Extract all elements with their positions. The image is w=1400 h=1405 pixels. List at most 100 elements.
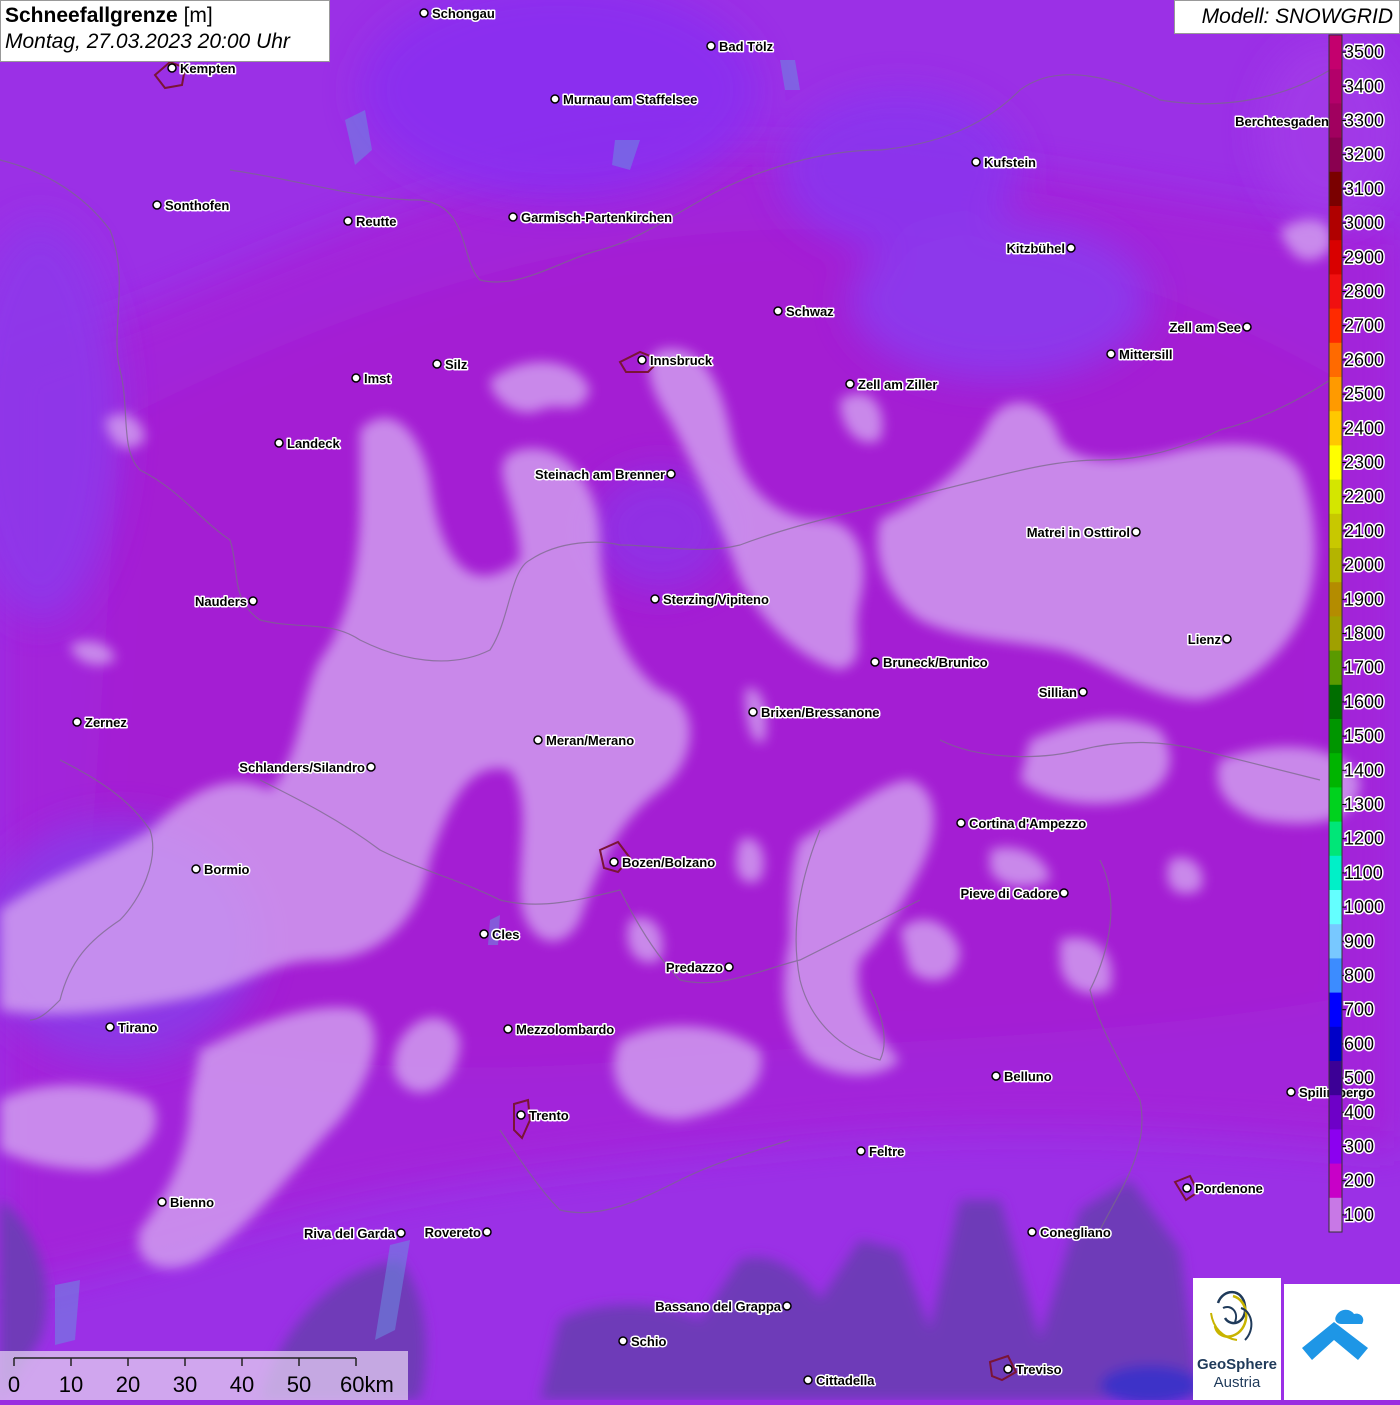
city-riva-del-garda[interactable]: Riva del Garda (302, 1225, 406, 1243)
legend-label: 2800 (1344, 282, 1384, 302)
city-marker (773, 306, 783, 316)
app-logo[interactable] (1284, 1284, 1400, 1400)
city-label: Predazzo (666, 960, 723, 975)
legend-label: 1200 (1344, 829, 1384, 849)
geosphere-logo[interactable]: GeoSphere Austria (1193, 1278, 1281, 1400)
city-marker (870, 657, 880, 667)
city-label: Bad Tölz (719, 39, 774, 54)
legend-label: 3300 (1344, 111, 1384, 131)
scale-label: 50 (287, 1372, 311, 1397)
city-marker (666, 469, 676, 479)
city-label: Berchtesgaden (1235, 114, 1329, 129)
legend-label: 2000 (1344, 555, 1384, 575)
legend-label: 3000 (1344, 213, 1384, 233)
city-marker (1078, 687, 1088, 697)
city-berchtesgaden[interactable]: Berchtesgaden (1234, 113, 1340, 131)
city-cortina-d-ampezzo[interactable]: Cortina d'Ampezzo (956, 815, 1088, 833)
city-marker (366, 762, 376, 772)
city-schlanders-silandro[interactable]: Schlanders/Silandro (238, 759, 376, 777)
city-brixen-bressanone[interactable]: Brixen/Bressanone (748, 704, 881, 722)
legend-swatch (1329, 274, 1342, 310)
city-label: Cortina d'Ampezzo (969, 816, 1086, 831)
map-canvas[interactable]: Schongau Bad Tölz Kempten Murnau am Staffel… (0, 0, 1400, 1400)
legend-label: 3500 (1344, 42, 1384, 62)
city-marker (274, 438, 284, 448)
city-steinach-am-brenner[interactable]: Steinach am Brenner (533, 466, 676, 484)
city-marker (803, 1375, 813, 1385)
legend-label: 1100 (1344, 863, 1383, 883)
legend-swatch (1329, 171, 1342, 207)
city-kitzb-hel[interactable]: Kitzbühel (1005, 240, 1076, 258)
city-marker (343, 216, 353, 226)
city-label: Sterzing/Vipiteno (663, 592, 769, 607)
city-schongau[interactable]: Schongau (419, 5, 496, 23)
city-marker (618, 1336, 628, 1346)
city-bruneck-brunico[interactable]: Bruneck/Brunico (870, 654, 989, 672)
city-label: Matrei in Osttirol (1027, 525, 1130, 540)
city-garmisch-partenkirchen[interactable]: Garmisch-Partenkirchen (508, 209, 674, 227)
city-label: Treviso (1016, 1362, 1062, 1377)
legend-label: 1900 (1344, 589, 1384, 609)
city-marker (724, 962, 734, 972)
city-sterzing-vipiteno[interactable]: Sterzing/Vipiteno (650, 591, 770, 609)
city-meran-merano[interactable]: Meran/Merano (533, 732, 636, 750)
legend-label: 2200 (1344, 487, 1384, 507)
city-label: Brixen/Bressanone (761, 705, 880, 720)
legend-swatch (1329, 787, 1342, 823)
city-conegliano[interactable]: Conegliano (1027, 1224, 1112, 1242)
city-label: Murnau am Staffelsee (563, 92, 697, 107)
city-label: Lienz (1188, 632, 1222, 647)
legend-swatch (1329, 411, 1342, 446)
city-zell-am-ziller[interactable]: Zell am Ziller (845, 376, 939, 394)
city-label: Sillian (1039, 685, 1077, 700)
city-marker (533, 735, 543, 745)
legend-swatch (1329, 479, 1342, 515)
city-marker (157, 1197, 167, 1207)
city-label: Landeck (287, 436, 341, 451)
map-title-unit: [m] (177, 4, 213, 27)
legend-swatch (1329, 719, 1342, 754)
city-marker (1003, 1364, 1013, 1374)
legend-swatch (1329, 103, 1342, 139)
city-bozen-bolzano[interactable]: Bozen/Bolzano (609, 854, 717, 872)
city-marker (105, 1022, 115, 1032)
city-mezzolombardo[interactable]: Mezzolombardo (503, 1021, 616, 1039)
legend-label: 2400 (1344, 418, 1384, 438)
legend-label: 2100 (1344, 521, 1384, 541)
legend-label: 1500 (1344, 726, 1384, 746)
city-pieve-di-cadore[interactable]: Pieve di Cadore (959, 885, 1069, 903)
city-zell-am-see[interactable]: Zell am See (1168, 319, 1252, 337)
legend-label: 100 (1344, 1205, 1374, 1225)
city-sonthofen[interactable]: Sonthofen (152, 197, 231, 215)
city-label: Cittadella (816, 1373, 875, 1388)
city-marker (167, 63, 177, 73)
city-marker (396, 1228, 406, 1238)
city-marker (956, 818, 966, 828)
legend-swatch (1329, 377, 1342, 412)
geosphere-emblem-icon (1210, 1290, 1253, 1341)
legend-swatch (1329, 1197, 1342, 1233)
legend-swatch (1329, 308, 1342, 344)
city-marker (482, 1227, 492, 1237)
legend-swatch (1329, 206, 1342, 241)
legend-label: 600 (1344, 1034, 1374, 1054)
city-marker (782, 1301, 792, 1311)
city-pordenone[interactable]: Pordenone (1182, 1180, 1264, 1198)
city-label: Sonthofen (165, 198, 229, 213)
city-murnau-am-staffelsee[interactable]: Murnau am Staffelsee (550, 91, 699, 109)
city-label: Innsbruck (650, 353, 713, 368)
legend-label: 3100 (1344, 179, 1384, 199)
city-label: Garmisch-Partenkirchen (521, 210, 672, 225)
city-bassano-del-grappa[interactable]: Bassano del Grappa (654, 1298, 792, 1316)
scale-label: 30 (173, 1372, 197, 1397)
scale-label: 20 (116, 1372, 140, 1397)
legend-swatch (1329, 582, 1342, 617)
city-label: Bozen/Bolzano (622, 855, 715, 870)
city-innsbruck[interactable]: Innsbruck (637, 352, 714, 370)
city-label: Bienno (170, 1195, 214, 1210)
city-label: Trento (529, 1108, 569, 1123)
city-predazzo[interactable]: Predazzo (664, 959, 734, 977)
city-matrei-in-osttirol[interactable]: Matrei in Osttirol (1025, 524, 1141, 542)
city-marker (550, 94, 560, 104)
map-title-variable: Schneefallgrenze (5, 4, 178, 27)
